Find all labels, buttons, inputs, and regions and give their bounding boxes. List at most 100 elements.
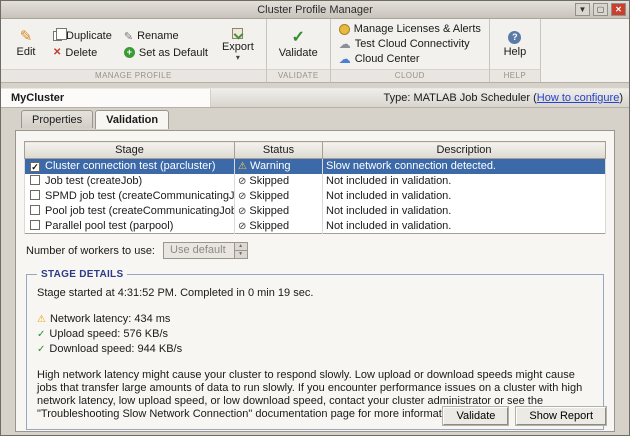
toolbar-ribbon: ✎ Edit Duplicate ✎ Rename ✕ Delete — [1, 19, 629, 83]
validate-check-icon: ✓ — [292, 30, 305, 45]
minimize-icon: ▼ — [579, 5, 587, 14]
edit-label: Edit — [17, 46, 36, 58]
test-cloud-connectivity-button[interactable]: ☁ Test Cloud Connectivity — [339, 38, 481, 50]
cloud-caption: CLOUD — [331, 69, 489, 82]
warning-icon: ⚠ — [37, 314, 46, 325]
profile-name: MyCluster — [1, 89, 211, 107]
skipped-icon: ⊘ — [238, 191, 246, 202]
rename-icon: ✎ — [124, 30, 133, 43]
workers-spinner[interactable]: Use default ▲ ▼ — [163, 242, 248, 259]
status-label: Skipped — [249, 220, 289, 232]
spinner-down-icon[interactable]: ▼ — [235, 251, 247, 258]
check-icon: ✓ — [37, 344, 45, 355]
description-cell: Not included in validation. — [323, 189, 606, 204]
tab-bar: Properties Validation — [1, 110, 629, 128]
minimize-button[interactable]: ▼ — [575, 3, 590, 16]
table-row[interactable]: Pool job test (createCommunicatingJob) ⊘… — [25, 204, 606, 219]
stage-label: SPMD job test (createCommunicatingJob) — [45, 190, 235, 202]
delete-button[interactable]: ✕ Delete — [53, 47, 112, 59]
table-row[interactable]: Parallel pool test (parpool) ⊘Skipped No… — [25, 219, 606, 234]
cloud-center-label: Cloud Center — [355, 53, 420, 65]
manage-profile-caption: MANAGE PROFILE — [1, 69, 266, 82]
help-icon: ? — [508, 31, 521, 44]
table-row[interactable]: SPMD job test (createCommunicatingJob) ⊘… — [25, 189, 606, 204]
edit-button[interactable]: ✎ Edit — [9, 28, 43, 60]
status-label: Warning — [250, 160, 291, 172]
description-cell: Not included in validation. — [323, 219, 606, 234]
cloud-center-button[interactable]: ☁ Cloud Center — [339, 53, 481, 65]
manage-licenses-button[interactable]: Manage Licenses & Alerts — [339, 23, 481, 35]
download-metric: Download speed: 944 KB/s — [49, 343, 182, 355]
row-checkbox[interactable] — [30, 220, 40, 230]
export-dropdown-icon: ▾ — [236, 55, 240, 61]
close-button[interactable]: ✕ — [611, 3, 626, 16]
stage-metrics: ⚠Network latency: 434 ms ✓Upload speed: … — [37, 312, 593, 357]
spinner-up-icon[interactable]: ▲ — [235, 243, 247, 251]
export-icon — [232, 28, 243, 39]
cloud-blue-icon: ☁ — [339, 54, 351, 65]
test-cloud-connectivity-label: Test Cloud Connectivity — [355, 38, 470, 50]
help-caption: HELP — [490, 69, 540, 82]
maximize-button[interactable]: ▢ — [593, 3, 608, 16]
status-label: Skipped — [249, 175, 289, 187]
maximize-icon: ▢ — [597, 5, 605, 14]
spinner-arrows: ▲ ▼ — [234, 243, 247, 258]
table-row[interactable]: ✓Cluster connection test (parcluster) ⚠W… — [25, 159, 606, 174]
skipped-icon: ⊘ — [238, 176, 246, 187]
rename-button[interactable]: ✎ Rename — [124, 30, 208, 43]
show-report-button[interactable]: Show Report — [516, 407, 606, 425]
stage-details-title: STAGE DETAILS — [37, 269, 127, 280]
check-icon: ✓ — [31, 162, 39, 172]
set-as-default-icon: + — [124, 47, 135, 58]
profile-header-bar: MyCluster Type: MATLAB Job Scheduler (Ho… — [1, 88, 629, 108]
row-checkbox[interactable]: ✓ — [30, 162, 40, 172]
cloud-gray-icon: ☁ — [339, 39, 351, 50]
upload-metric: Upload speed: 576 KB/s — [49, 328, 168, 340]
titlebar[interactable]: Cluster Profile Manager ▼ ▢ ✕ — [1, 1, 629, 19]
validate-ribbon-button[interactable]: ✓ Validate — [275, 28, 322, 61]
profile-type: Type: MATLAB Job Scheduler (How to confi… — [211, 89, 629, 107]
row-checkbox[interactable] — [30, 190, 40, 200]
help-section: ? Help HELP — [490, 19, 541, 82]
description-cell: Slow network connection detected. — [323, 159, 606, 174]
stage-summary: Stage started at 4:31:52 PM. Completed i… — [37, 286, 593, 300]
set-as-default-label: Set as Default — [139, 47, 208, 59]
stage-label: Cluster connection test (parcluster) — [45, 160, 216, 172]
tab-properties[interactable]: Properties — [21, 110, 93, 128]
stage-label: Job test (createJob) — [45, 175, 142, 187]
delete-label: Delete — [65, 47, 97, 59]
column-header-status: Status — [235, 142, 323, 159]
duplicate-button[interactable]: Duplicate — [53, 30, 112, 43]
validate-section: ✓ Validate VALIDATE — [267, 19, 331, 82]
column-header-description: Description — [323, 142, 606, 159]
status-label: Skipped — [249, 205, 289, 217]
close-icon: ✕ — [615, 5, 622, 14]
manage-profile-section: ✎ Edit Duplicate ✎ Rename ✕ Delete — [1, 19, 267, 82]
set-as-default-button[interactable]: + Set as Default — [124, 47, 208, 59]
profile-type-prefix: Type: MATLAB Job Scheduler ( — [384, 92, 537, 104]
duplicate-label: Duplicate — [66, 30, 112, 42]
row-checkbox[interactable] — [30, 205, 40, 215]
validation-panel: Stage Status Description ✓Cluster connec… — [15, 130, 615, 432]
how-to-configure-link[interactable]: How to configure — [537, 92, 620, 104]
stage-label: Parallel pool test (parpool) — [45, 220, 173, 232]
validate-button[interactable]: Validate — [443, 407, 508, 425]
cluster-profile-manager-window: Cluster Profile Manager ▼ ▢ ✕ ✎ Edit Dup… — [0, 0, 630, 436]
table-row[interactable]: Job test (createJob) ⊘Skipped Not includ… — [25, 174, 606, 189]
workers-label: Number of workers to use: — [26, 245, 155, 257]
profile-type-suffix: ) — [619, 92, 623, 104]
cloud-list: Manage Licenses & Alerts ☁ Test Cloud Co… — [339, 23, 481, 65]
validate-ribbon-label: Validate — [279, 47, 318, 59]
validate-caption: VALIDATE — [267, 69, 330, 82]
stage-details-group: STAGE DETAILS Stage started at 4:31:52 P… — [26, 269, 604, 430]
help-button[interactable]: ? Help — [498, 29, 532, 60]
tab-properties-label: Properties — [32, 114, 82, 126]
rename-label: Rename — [137, 30, 179, 42]
tab-validation[interactable]: Validation — [95, 110, 169, 129]
description-cell: Not included in validation. — [323, 204, 606, 219]
export-button[interactable]: Export ▾ — [218, 26, 258, 63]
manage-profile-grid: Duplicate ✎ Rename ✕ Delete + Set as Def… — [53, 30, 208, 59]
tab-validation-label: Validation — [106, 114, 158, 126]
cloud-section: Manage Licenses & Alerts ☁ Test Cloud Co… — [331, 19, 490, 82]
row-checkbox[interactable] — [30, 175, 40, 185]
